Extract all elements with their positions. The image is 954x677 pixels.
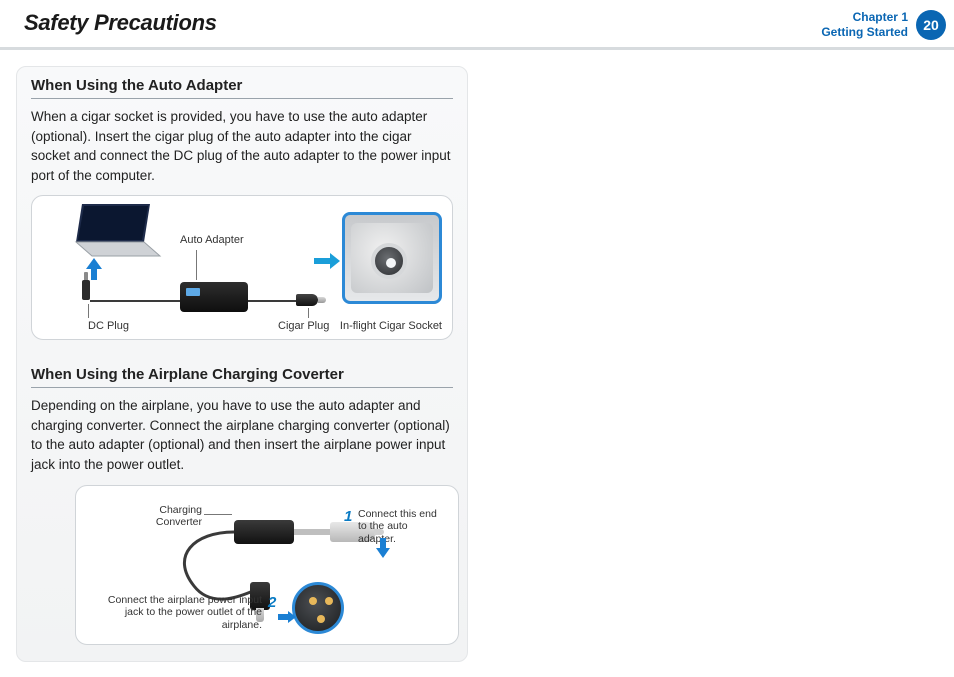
page-number-badge: 20 [916,10,946,40]
left-column: When Using the Auto Adapter When a cigar… [16,66,468,662]
page-header: Safety Precautions Chapter 1 Getting Sta… [0,0,954,50]
step-number-2: 2 [268,594,276,611]
figure-charging-converter: Charging Converter 1 Connect this end to… [75,485,459,645]
cigar-plug-illustration [296,291,326,309]
auto-adapter-brick [180,282,248,312]
chapter-line2: Getting Started [821,25,908,40]
cable-segment [90,300,180,302]
charging-converter-body [234,520,294,544]
chapter-line1: Chapter 1 [821,10,908,25]
section1-body: When a cigar socket is provided, you hav… [31,107,453,185]
cable-segment [248,300,298,302]
dc-plug-body [82,280,90,300]
down-arrow-icon [376,538,390,563]
page-title: Safety Precautions [24,10,217,36]
right-arrow-icon [278,610,296,628]
label-inflight-socket: In-flight Cigar Socket [340,320,442,332]
inflight-cigar-socket [342,212,442,304]
content-area: When Using the Auto Adapter When a cigar… [0,50,954,662]
label-cigar-plug: Cigar Plug [278,320,329,332]
section2-heading: When Using the Airplane Charging Coverte… [31,366,453,388]
laptop-illustration [72,202,162,262]
section2-body: Depending on the airplane, you have to u… [31,396,453,474]
airplane-power-outlet [292,582,344,634]
label-step1: Connect this end to the auto adapter. [358,508,448,546]
label-charging-converter: Charging Converter [132,504,202,529]
section1-heading: When Using the Auto Adapter [31,77,453,99]
label-step2: Connect the airplane power input jack to… [102,594,262,632]
chapter-text: Chapter 1 Getting Started [821,10,908,40]
label-dc-plug: DC Plug [88,320,129,332]
figure-auto-adapter: Auto Adapter DC Plug Cigar Plug In-fligh… [31,195,453,340]
chapter-indicator: Chapter 1 Getting Started 20 [821,10,946,40]
right-arrow-icon [314,252,340,275]
step-number-1: 1 [344,508,352,525]
label-auto-adapter: Auto Adapter [180,234,244,246]
